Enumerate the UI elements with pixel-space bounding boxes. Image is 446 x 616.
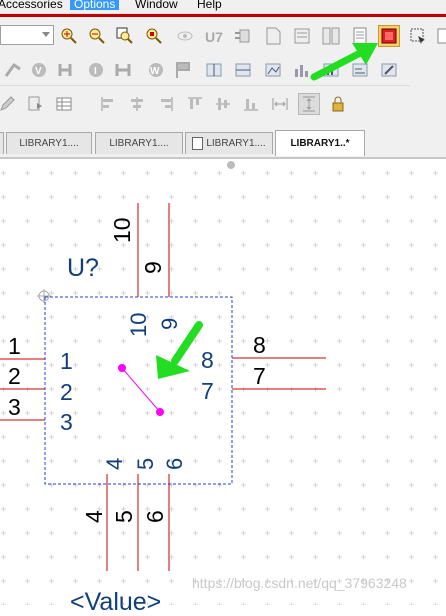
- pin-number-inner-4: 4: [102, 457, 127, 470]
- align-right-icon[interactable]: [155, 93, 177, 115]
- svg-text:V: V: [35, 66, 42, 77]
- pin-icon[interactable]: [232, 25, 254, 47]
- overflow-icon[interactable]: [433, 25, 446, 47]
- align-icon-1[interactable]: [203, 59, 225, 81]
- zoom-area-icon[interactable]: [114, 25, 136, 47]
- align-left-icon[interactable]: [97, 93, 119, 115]
- menu-accessories[interactable]: Accessories: [0, 0, 67, 10]
- pin-number-bottom-4: 4: [81, 510, 107, 523]
- lock-icon[interactable]: [327, 93, 349, 115]
- table-icon[interactable]: [53, 93, 75, 115]
- select-icon[interactable]: [407, 25, 429, 47]
- pin-number-inner-3: 3: [60, 409, 73, 435]
- pin-number-inner-6: 6: [162, 457, 187, 470]
- zoom-all-icon[interactable]: [143, 25, 165, 47]
- w-circle-icon[interactable]: W: [145, 59, 167, 81]
- pin-number-inner-9: 9: [157, 317, 182, 330]
- schematic-canvas[interactable]: U? 10 9 10 9 1 2 3 1 2 3 8 7 8 7 4 5 6 4…: [0, 159, 446, 615]
- watermark: https://blog.csdn.net/qq_37963248: [192, 575, 407, 591]
- menu-options[interactable]: Options: [70, 0, 120, 10]
- line-endpoint-end: [156, 408, 164, 416]
- tab-library-1[interactable]: LIBRARY1....: [6, 132, 92, 154]
- align-center-icon[interactable]: [126, 93, 148, 115]
- tab-library-active[interactable]: LIBRARY1..*: [275, 130, 365, 156]
- zoom-in-icon[interactable]: [58, 25, 80, 47]
- tab-library-3[interactable]: LIBRARY1....: [185, 132, 273, 154]
- tab-partial[interactable]: [0, 132, 4, 154]
- pin-number-left-3: 3: [8, 394, 21, 420]
- svg-text:W: W: [150, 66, 160, 77]
- green-arrow-icon: [310, 43, 378, 81]
- document-tabs: LIBRARY1.... LIBRARY1.... LIBRARY1.... L…: [0, 127, 446, 159]
- part-value[interactable]: <Value>: [70, 590, 161, 615]
- zoom-out-icon[interactable]: [86, 25, 108, 47]
- pin-number-right-7: 7: [253, 363, 266, 389]
- distribute-h-icon[interactable]: [269, 93, 291, 115]
- pin-number-inner-8: 8: [201, 347, 214, 373]
- toolbar-row-3: [0, 89, 362, 119]
- tab-label: LIBRARY1....: [109, 138, 169, 149]
- pencil-icon[interactable]: [0, 93, 18, 115]
- menu-help[interactable]: Help: [193, 0, 226, 10]
- page-icon[interactable]: [262, 25, 284, 47]
- v-circle-icon[interactable]: V: [28, 59, 50, 81]
- tab-library-2[interactable]: LIBRARY1....: [95, 132, 183, 154]
- document-icon: [192, 137, 204, 150]
- pin-number-left-1: 1: [8, 333, 21, 359]
- pin-number-inner-1: 1: [60, 348, 73, 374]
- toolbar-area: U7 V I W: [0, 17, 446, 127]
- tab-label: LIBRARY1....: [206, 138, 266, 149]
- tab-label: LIBRARY1....: [19, 138, 79, 149]
- pin-number-top-9: 9: [140, 261, 166, 274]
- tab-label: LIBRARY1..*: [290, 138, 350, 149]
- net-icon[interactable]: [112, 59, 134, 81]
- line-endpoint-start: [118, 364, 126, 372]
- part-reference[interactable]: U?: [67, 256, 99, 281]
- pin-number-inner-7: 7: [201, 378, 214, 404]
- menu-bar: Accessories Options Window Help: [0, 0, 446, 14]
- pin-number-inner-2: 2: [60, 379, 73, 405]
- pin-number-inner-10: 10: [126, 312, 151, 337]
- svg-text:U7: U7: [205, 29, 223, 45]
- pin-number-bottom-5: 5: [111, 510, 137, 523]
- wire-icon[interactable]: [2, 59, 24, 81]
- pin-number-inner-5: 5: [133, 457, 158, 470]
- pin-number-left-2: 2: [8, 363, 21, 389]
- align-bottom-icon[interactable]: [240, 93, 262, 115]
- i-circle-icon[interactable]: I: [85, 59, 107, 81]
- paste-icon[interactable]: [24, 93, 46, 115]
- svg-text:I: I: [94, 66, 97, 77]
- eye-icon[interactable]: [174, 25, 196, 47]
- pin-number-bottom-6: 6: [142, 510, 168, 523]
- align-middle-icon[interactable]: [212, 93, 234, 115]
- canvas-marker: [227, 161, 235, 169]
- pin-number-right-8: 8: [253, 332, 266, 358]
- flag-icon[interactable]: [172, 59, 194, 81]
- menu-window[interactable]: Window: [131, 0, 182, 10]
- pin-number-top-10: 10: [109, 217, 135, 243]
- part-icon[interactable]: U7: [203, 25, 225, 47]
- align-icon-3[interactable]: [262, 59, 284, 81]
- bus-icon[interactable]: [55, 59, 77, 81]
- align-top-icon[interactable]: [184, 93, 206, 115]
- distribute-v-icon[interactable]: [298, 93, 320, 115]
- align-icon-2[interactable]: [232, 59, 254, 81]
